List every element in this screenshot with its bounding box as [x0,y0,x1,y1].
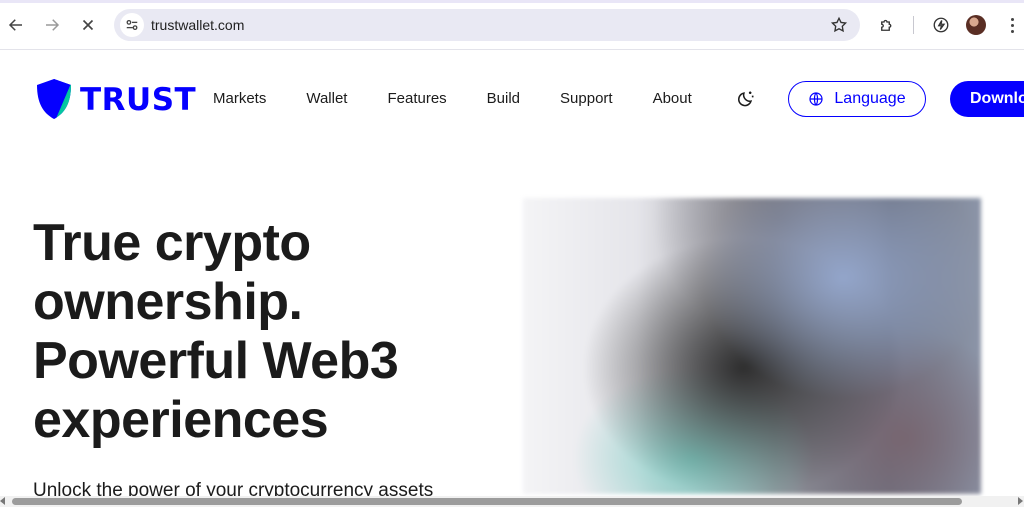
scroll-left-arrow[interactable] [0,497,5,505]
performance-button[interactable] [929,13,953,37]
stop-loading-button[interactable] [75,12,101,38]
tune-icon [126,19,138,31]
scroll-right-arrow[interactable] [1018,497,1023,505]
lightning-icon [933,17,949,33]
arrow-right-icon [46,19,60,31]
nav-about[interactable]: About [653,90,692,107]
main-nav: Markets Wallet Features Build Support Ab… [213,90,732,107]
hero-title-line: ownership. [33,273,303,331]
address-bar[interactable]: trustwallet.com [114,9,860,41]
arrow-left-icon [8,19,22,31]
browser-menu-button[interactable] [1004,13,1020,37]
nav-features[interactable]: Features [387,90,446,107]
toolbar-divider [913,16,914,34]
star-icon[interactable] [830,16,848,34]
globe-icon [809,92,824,106]
back-button[interactable] [3,12,29,38]
brand-wordmark: TRUST [80,81,197,118]
nav-markets[interactable]: Markets [213,90,266,107]
language-label: Language [834,90,906,107]
tab-strip-edge [0,0,1024,3]
profile-avatar[interactable] [966,15,986,35]
nav-build[interactable]: Build [487,90,520,107]
kebab-icon [1010,17,1014,21]
trust-logo[interactable]: TRUST [34,77,196,121]
hero-title-line: True crypto [33,214,311,272]
hero-title: True crypto ownership. Powerful Web3 exp… [33,214,503,450]
site-header: TRUST Markets Wallet Features Build Supp… [0,51,1024,146]
hero-title-line: Powerful Web3 [33,332,399,390]
shield-logo-icon [37,79,71,119]
kebab-dot [1010,23,1014,27]
puzzle-icon [881,19,892,31]
download-button[interactable]: Download [950,81,1024,117]
kebab-dot [1010,29,1014,33]
nav-wallet[interactable]: Wallet [306,90,347,107]
scrollbar-thumb[interactable] [12,498,962,505]
browser-toolbar: trustwallet.com [0,0,1024,50]
nav-support[interactable]: Support [560,90,613,107]
close-icon [82,19,94,31]
hero-image [523,198,981,494]
horizontal-scrollbar[interactable] [0,496,1024,507]
url-text[interactable]: trustwallet.com [151,17,244,33]
extensions-button[interactable] [875,13,899,37]
hero-title-line: experiences [33,391,329,449]
language-button[interactable]: Language [788,81,926,117]
download-label: Download [970,90,1024,107]
moon-icon[interactable] [736,89,756,109]
site-info-button[interactable] [120,13,144,37]
forward-button[interactable] [39,12,65,38]
